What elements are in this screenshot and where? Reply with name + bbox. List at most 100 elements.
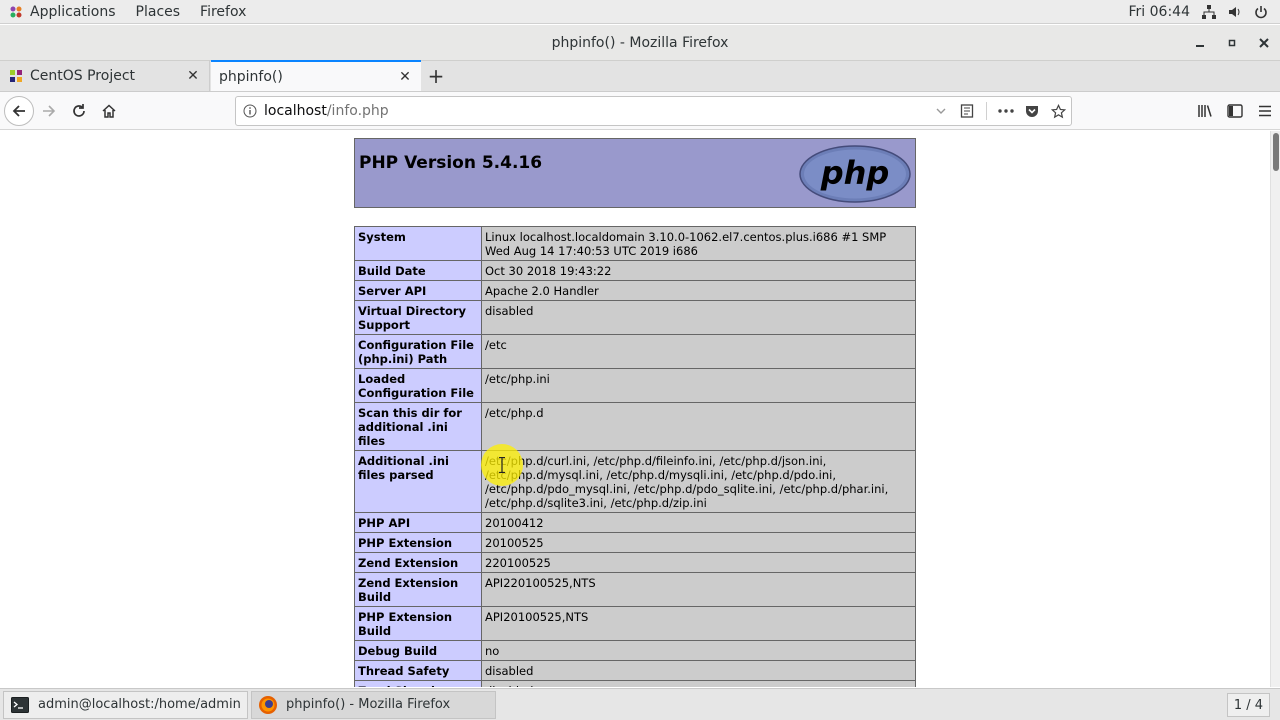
- navigation-toolbar: localhost/info.php: [0, 92, 1280, 130]
- phpinfo-key: Server API: [354, 280, 482, 301]
- text-cursor-icon: [499, 457, 505, 473]
- minimize-button[interactable]: [1184, 25, 1216, 61]
- url-path: /info.php: [326, 103, 389, 119]
- tab-label: CentOS Project: [30, 67, 136, 84]
- tab-label: phpinfo(): [219, 68, 283, 85]
- phpinfo-value: Apache 2.0 Handler: [481, 280, 916, 301]
- home-button[interactable]: [94, 96, 124, 126]
- phpinfo-row: Loaded Configuration File/etc/php.ini: [354, 368, 916, 403]
- url-host: localhost: [264, 103, 327, 119]
- phpinfo-key: Configuration File (php.ini) Path: [354, 334, 482, 369]
- taskbar-terminal[interactable]: admin@localhost:/home/admin: [3, 690, 248, 719]
- phpinfo-value: disabled: [481, 680, 916, 687]
- phpinfo-table: System Linux localhost.localdomain 3.10.0…: [354, 226, 916, 687]
- close-tab-icon[interactable]: ✕: [185, 68, 201, 84]
- phpinfo-value: /etc/php.d/curl.ini, /etc/php.d/fileinfo…: [481, 450, 916, 513]
- hamburger-menu-icon[interactable]: [1250, 96, 1280, 126]
- phpinfo-value: /etc/php.ini: [481, 368, 916, 403]
- window-list-taskbar: admin@localhost:/home/admin phpinfo() - …: [0, 688, 1280, 720]
- phpinfo-key: Build Date: [354, 260, 482, 281]
- close-tab-icon[interactable]: ✕: [397, 69, 413, 85]
- gnome-top-bar: Applications Places Firefox Fri 06:44: [0, 0, 1280, 24]
- phpinfo-key: Loaded Configuration File: [354, 368, 482, 403]
- phpinfo-value: /etc: [481, 334, 916, 369]
- maximize-button[interactable]: [1216, 25, 1248, 61]
- phpinfo-key: System: [354, 226, 482, 261]
- phpinfo-value: API220100525,NTS: [481, 572, 916, 607]
- bookmark-star-icon[interactable]: [1045, 97, 1071, 125]
- phpinfo-row: Scan this dir for additional .ini files /…: [354, 402, 916, 451]
- phpinfo-value: disabled: [481, 660, 916, 681]
- system-tray[interactable]: [1202, 4, 1280, 19]
- phpinfo-row: Build Date Oct 30 2018 19:43:22: [354, 260, 916, 281]
- places-menu[interactable]: Places: [126, 0, 191, 24]
- power-icon[interactable]: [1254, 5, 1268, 19]
- clock[interactable]: Fri 06:44: [1117, 4, 1202, 20]
- firefox-icon: [258, 695, 278, 715]
- sidebar-toggle-icon[interactable]: [1220, 96, 1250, 126]
- phpinfo-row: PHP API 20100412: [354, 512, 916, 533]
- phpinfo-value: Linux localhost.localdomain 3.10.0-1062.…: [481, 226, 916, 261]
- phpinfo-value: /etc/php.d: [481, 402, 916, 451]
- tab-centos-project[interactable]: CentOS Project ✕: [0, 60, 210, 91]
- phpinfo-value: 20100525: [481, 532, 916, 553]
- applications-icon: [8, 4, 24, 20]
- close-window-button[interactable]: [1248, 25, 1280, 61]
- page-actions-icon[interactable]: [993, 97, 1019, 125]
- phpinfo-key: PHP Extension: [354, 532, 482, 553]
- tab-bar: CentOS Project ✕ phpinfo() ✕ +: [0, 60, 1280, 92]
- pocket-icon[interactable]: [1019, 97, 1045, 125]
- phpinfo-row: Thread Safety disabled: [354, 660, 916, 681]
- taskbar-firefox-label: phpinfo() - Mozilla Firefox: [286, 697, 451, 712]
- tab-phpinfo[interactable]: phpinfo() ✕: [211, 60, 421, 91]
- back-button[interactable]: [4, 95, 34, 126]
- php-logo-text: php: [820, 154, 890, 192]
- url-text[interactable]: localhost/info.php: [264, 103, 928, 119]
- phpinfo-key: Zend Signal Handling: [354, 680, 482, 687]
- centos-favicon-icon: [8, 68, 24, 84]
- terminal-icon: [10, 695, 30, 715]
- php-logo-icon[interactable]: php: [799, 145, 911, 203]
- phpinfo-key: Debug Build: [354, 640, 482, 661]
- firefox-app-menu[interactable]: Firefox: [190, 0, 256, 24]
- phpinfo-value: 220100525: [481, 552, 916, 573]
- scrollbar-thumb[interactable]: [1273, 133, 1279, 171]
- taskbar-firefox[interactable]: phpinfo() - Mozilla Firefox: [251, 690, 496, 719]
- new-tab-button[interactable]: +: [421, 60, 451, 91]
- url-bar[interactable]: localhost/info.php: [235, 96, 1072, 126]
- phpinfo-value: API20100525,NTS: [481, 606, 916, 641]
- phpinfo-key: Zend Extension Build: [354, 572, 482, 607]
- phpinfo-key: Scan this dir for additional .ini files: [354, 402, 482, 451]
- phpinfo-key: PHP API: [354, 512, 482, 533]
- taskbar-terminal-label: admin@localhost:/home/admin: [38, 697, 241, 712]
- workspace-indicator[interactable]: 1 / 4: [1226, 693, 1270, 717]
- phpinfo-row: Zend Extension 220100525: [354, 552, 916, 573]
- phpinfo-value: disabled: [481, 300, 916, 335]
- phpinfo-row: Server API Apache 2.0 Handler: [354, 280, 916, 301]
- phpinfo-row: Configuration File (php.ini) Path/etc: [354, 334, 916, 369]
- phpinfo-key: Virtual Directory Support: [354, 300, 482, 335]
- phpinfo-value: no: [481, 640, 916, 661]
- phpinfo-key: Additional .ini files parsed: [354, 450, 482, 513]
- phpinfo-row: Zend Signal Handlingdisabled: [354, 680, 916, 687]
- phpinfo-value: 20100412: [481, 512, 916, 533]
- window-titlebar[interactable]: phpinfo() - Mozilla Firefox: [0, 25, 1280, 61]
- phpinfo-row: Additional .ini files parsed/etc/php.d/c…: [354, 450, 916, 513]
- php-version-header: PHP Version 5.4.16 php: [354, 138, 916, 208]
- chevron-down-icon[interactable]: [928, 97, 954, 125]
- library-icon[interactable]: [1190, 96, 1220, 126]
- phpinfo-key: Zend Extension: [354, 552, 482, 573]
- phpinfo-key: PHP Extension Build: [354, 606, 482, 641]
- volume-icon[interactable]: [1228, 5, 1242, 19]
- network-icon[interactable]: [1202, 4, 1216, 19]
- reader-view-icon[interactable]: [954, 97, 980, 125]
- vertical-scrollbar[interactable]: [1270, 131, 1280, 687]
- window-title: phpinfo() - Mozilla Firefox: [551, 34, 729, 51]
- applications-menu[interactable]: Applications: [0, 0, 126, 24]
- phpinfo-row: PHP Extension 20100525: [354, 532, 916, 553]
- forward-button[interactable]: [34, 96, 64, 126]
- reload-button[interactable]: [64, 96, 94, 126]
- site-info-icon[interactable]: [236, 104, 264, 118]
- page-content[interactable]: PHP Version 5.4.16 php System Linux local…: [0, 131, 1270, 687]
- phpinfo-key: Thread Safety: [354, 660, 482, 681]
